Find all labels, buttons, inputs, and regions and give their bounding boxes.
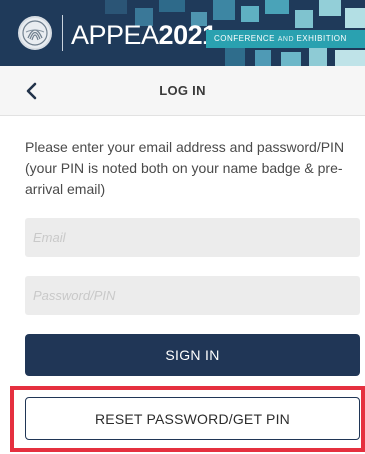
tagline-and: AND: [277, 36, 297, 43]
nav-bar: LOG IN: [0, 66, 365, 116]
tagline-conference: CONFERENCE: [214, 34, 278, 43]
reset-password-button[interactable]: RESET PASSWORD/GET PIN: [25, 397, 360, 440]
brand-divider: [62, 15, 63, 51]
appea-logo-icon: [18, 16, 52, 50]
page-title: LOG IN: [159, 83, 206, 98]
header-banner: APPEA2021 CONFERENCE AND EXHIBITION: [0, 0, 365, 66]
chevron-left-icon: [26, 82, 37, 100]
password-field[interactable]: [25, 276, 360, 315]
sign-in-button[interactable]: SIGN IN: [25, 334, 360, 376]
brand-tagline: CONFERENCE AND EXHIBITION: [206, 30, 365, 48]
brand-title: APPEA2021: [71, 20, 217, 50]
back-button[interactable]: [18, 78, 44, 104]
login-instructions: Please enter your email address and pass…: [25, 139, 345, 197]
tagline-exhibition: EXHIBITION: [296, 34, 347, 43]
brand-name: APPEA: [71, 20, 159, 50]
email-field[interactable]: [25, 218, 360, 257]
